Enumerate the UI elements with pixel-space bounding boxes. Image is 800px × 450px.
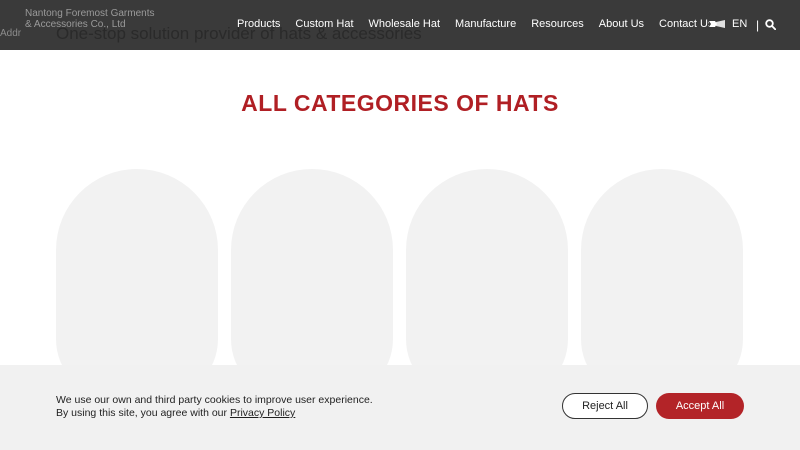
- search-icon[interactable]: [765, 19, 776, 30]
- cookie-message: We use our own and third party cookies t…: [56, 394, 373, 420]
- flag-icon: [709, 19, 725, 29]
- cookie-line-2: By using this site, you agree with our P…: [56, 407, 373, 420]
- nav-manufacture[interactable]: Manufacture: [455, 18, 516, 30]
- reject-all-button[interactable]: Reject All: [562, 393, 648, 419]
- language-label: EN: [732, 18, 748, 30]
- cookie-banner: We use our own and third party cookies t…: [0, 365, 800, 450]
- section-title: ALL CATEGORIES OF HATS: [241, 90, 559, 116]
- privacy-policy-link[interactable]: Privacy Policy: [230, 407, 295, 419]
- cookie-line-2-text: By using this site, you agree with our: [56, 407, 228, 419]
- nav-about-us[interactable]: About Us: [599, 18, 644, 30]
- nav-custom-hat[interactable]: Custom Hat: [295, 18, 353, 30]
- nav-separator: |: [756, 18, 760, 32]
- cookie-line-1: We use our own and third party cookies t…: [56, 394, 373, 406]
- nav-contact-us[interactable]: Contact Us: [659, 18, 713, 30]
- nav-wholesale-hat[interactable]: Wholesale Hat: [369, 18, 441, 30]
- main-nav: Products Custom Hat Wholesale Hat Manufa…: [237, 18, 728, 30]
- language-selector[interactable]: EN: [709, 18, 747, 30]
- nav-resources[interactable]: Resources: [531, 18, 584, 30]
- header-address-text: Addr: [0, 28, 22, 39]
- nav-products[interactable]: Products: [237, 18, 280, 30]
- accept-all-button[interactable]: Accept All: [656, 393, 744, 419]
- site-header: Nantong Foremost Garments & Accessories …: [0, 0, 800, 50]
